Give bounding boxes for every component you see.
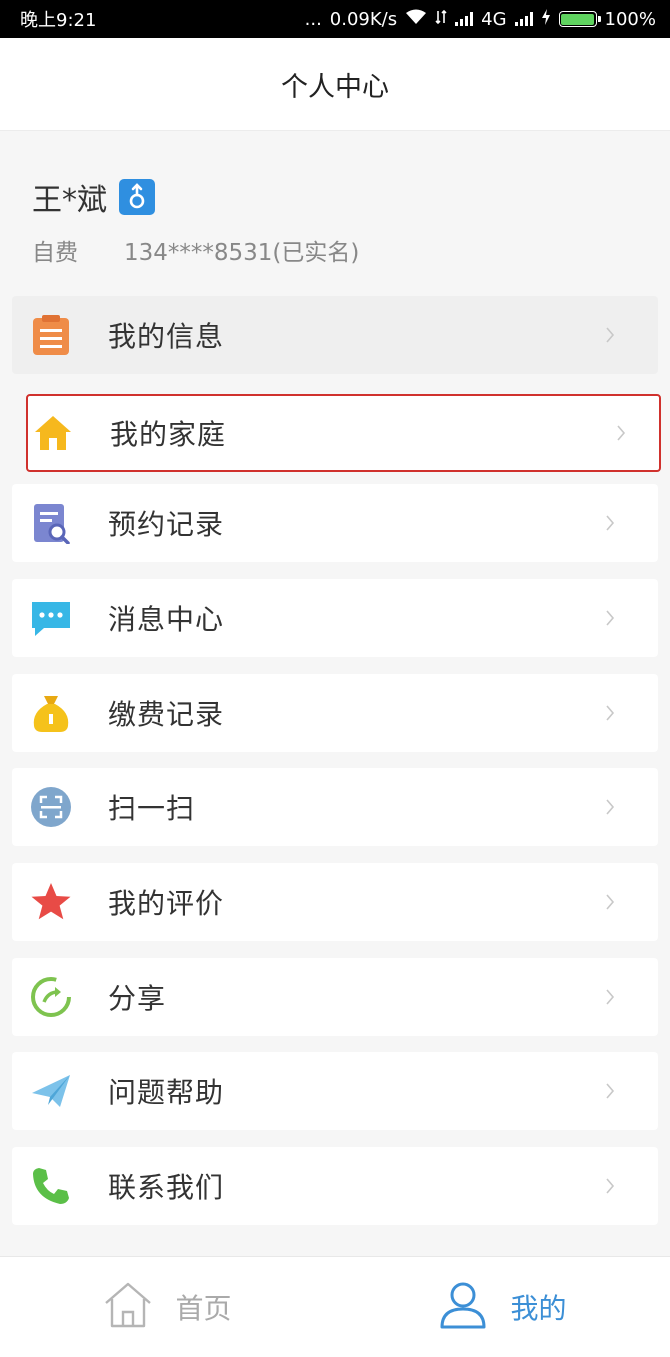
tab-home-label: 首页 <box>175 1292 232 1325</box>
menu-item-label: 我的信息 <box>108 320 225 353</box>
menu-item-label: 扫一扫 <box>108 792 196 825</box>
phone-number: 134****8531(已实名) <box>124 240 360 266</box>
clipboard-icon <box>30 314 72 356</box>
charging-icon <box>541 8 551 30</box>
menu-item-appointments[interactable]: 预约记录 <box>12 484 658 562</box>
status-bar: 晚上9:21 ... 0.09K/s 4G 100% <box>0 0 670 38</box>
status-time: 晚上9:21 <box>20 10 97 31</box>
page-title: 个人中心 <box>281 71 389 103</box>
home-icon <box>103 1281 153 1333</box>
menu-item-messages[interactable]: 消息中心 <box>12 579 658 657</box>
network-speed: 0.09K/s <box>329 8 398 30</box>
signal-icon <box>455 12 474 26</box>
menu-item-label: 预约记录 <box>108 508 225 541</box>
tab-mine[interactable]: 我的 <box>335 1257 670 1357</box>
status-dots: ... <box>304 8 322 30</box>
menu-item-label: 消息中心 <box>108 603 225 636</box>
battery-icon <box>558 11 601 27</box>
profile-section: 王*斌 自费 134****8531(已实名) <box>0 131 670 291</box>
menu-item-my-family[interactable]: 我的家庭 <box>26 394 661 472</box>
tab-home[interactable]: 首页 <box>0 1257 335 1357</box>
menu-item-my-info[interactable]: 我的信息 <box>12 296 658 374</box>
menu-item-help[interactable]: 问题帮助 <box>12 1052 658 1130</box>
tab-mine-label: 我的 <box>510 1292 567 1325</box>
chevron-right-icon <box>600 325 620 345</box>
menu-item-label: 分享 <box>108 982 167 1015</box>
user-icon <box>438 1281 488 1333</box>
share-icon <box>30 976 72 1018</box>
user-name: 王*斌 <box>32 183 107 218</box>
chevron-right-icon <box>600 987 620 1007</box>
menu-item-payments[interactable]: 缴费记录 <box>12 674 658 752</box>
menu-item-share[interactable]: 分享 <box>12 958 658 1036</box>
menu-item-label: 我的家庭 <box>110 418 227 451</box>
profile-sub-row: 自费 134****8531(已实名) <box>32 233 359 267</box>
network-type: 4G <box>481 8 507 30</box>
chevron-right-icon <box>600 797 620 817</box>
chevron-right-icon <box>600 703 620 723</box>
chevron-right-icon <box>600 513 620 533</box>
data-arrows-icon <box>435 9 447 30</box>
signal-2-icon <box>514 12 533 26</box>
menu-item-contact[interactable]: 联系我们 <box>12 1147 658 1225</box>
battery-fill <box>561 13 595 25</box>
menu-item-label: 缴费记录 <box>108 698 225 731</box>
menu-item-label: 我的评价 <box>108 887 225 920</box>
paper-plane-icon <box>30 1070 72 1112</box>
star-icon <box>30 881 72 923</box>
house-icon <box>32 412 74 454</box>
chevron-right-icon <box>611 423 631 443</box>
scan-icon <box>30 786 72 828</box>
chevron-right-icon <box>600 1081 620 1101</box>
battery-percent: 100% <box>604 8 656 30</box>
profile-name-row: 王*斌 <box>32 175 155 219</box>
menu-item-reviews[interactable]: 我的评价 <box>12 863 658 941</box>
nav-bar: 个人中心 <box>0 38 670 131</box>
chevron-right-icon <box>600 1176 620 1196</box>
document-search-icon <box>30 502 72 544</box>
menu-item-label: 联系我们 <box>108 1171 225 1204</box>
chat-bubble-icon <box>30 597 72 639</box>
tab-bar: 首页 我的 <box>0 1256 670 1357</box>
male-icon <box>119 179 155 215</box>
menu-item-label: 问题帮助 <box>108 1076 225 1109</box>
menu-item-scan[interactable]: 扫一扫 <box>12 768 658 846</box>
phone-icon <box>30 1165 72 1207</box>
money-bag-icon <box>30 692 72 734</box>
chevron-right-icon <box>600 608 620 628</box>
wifi-icon <box>405 9 427 30</box>
chevron-right-icon <box>600 892 620 912</box>
payment-type: 自费 <box>32 240 78 266</box>
